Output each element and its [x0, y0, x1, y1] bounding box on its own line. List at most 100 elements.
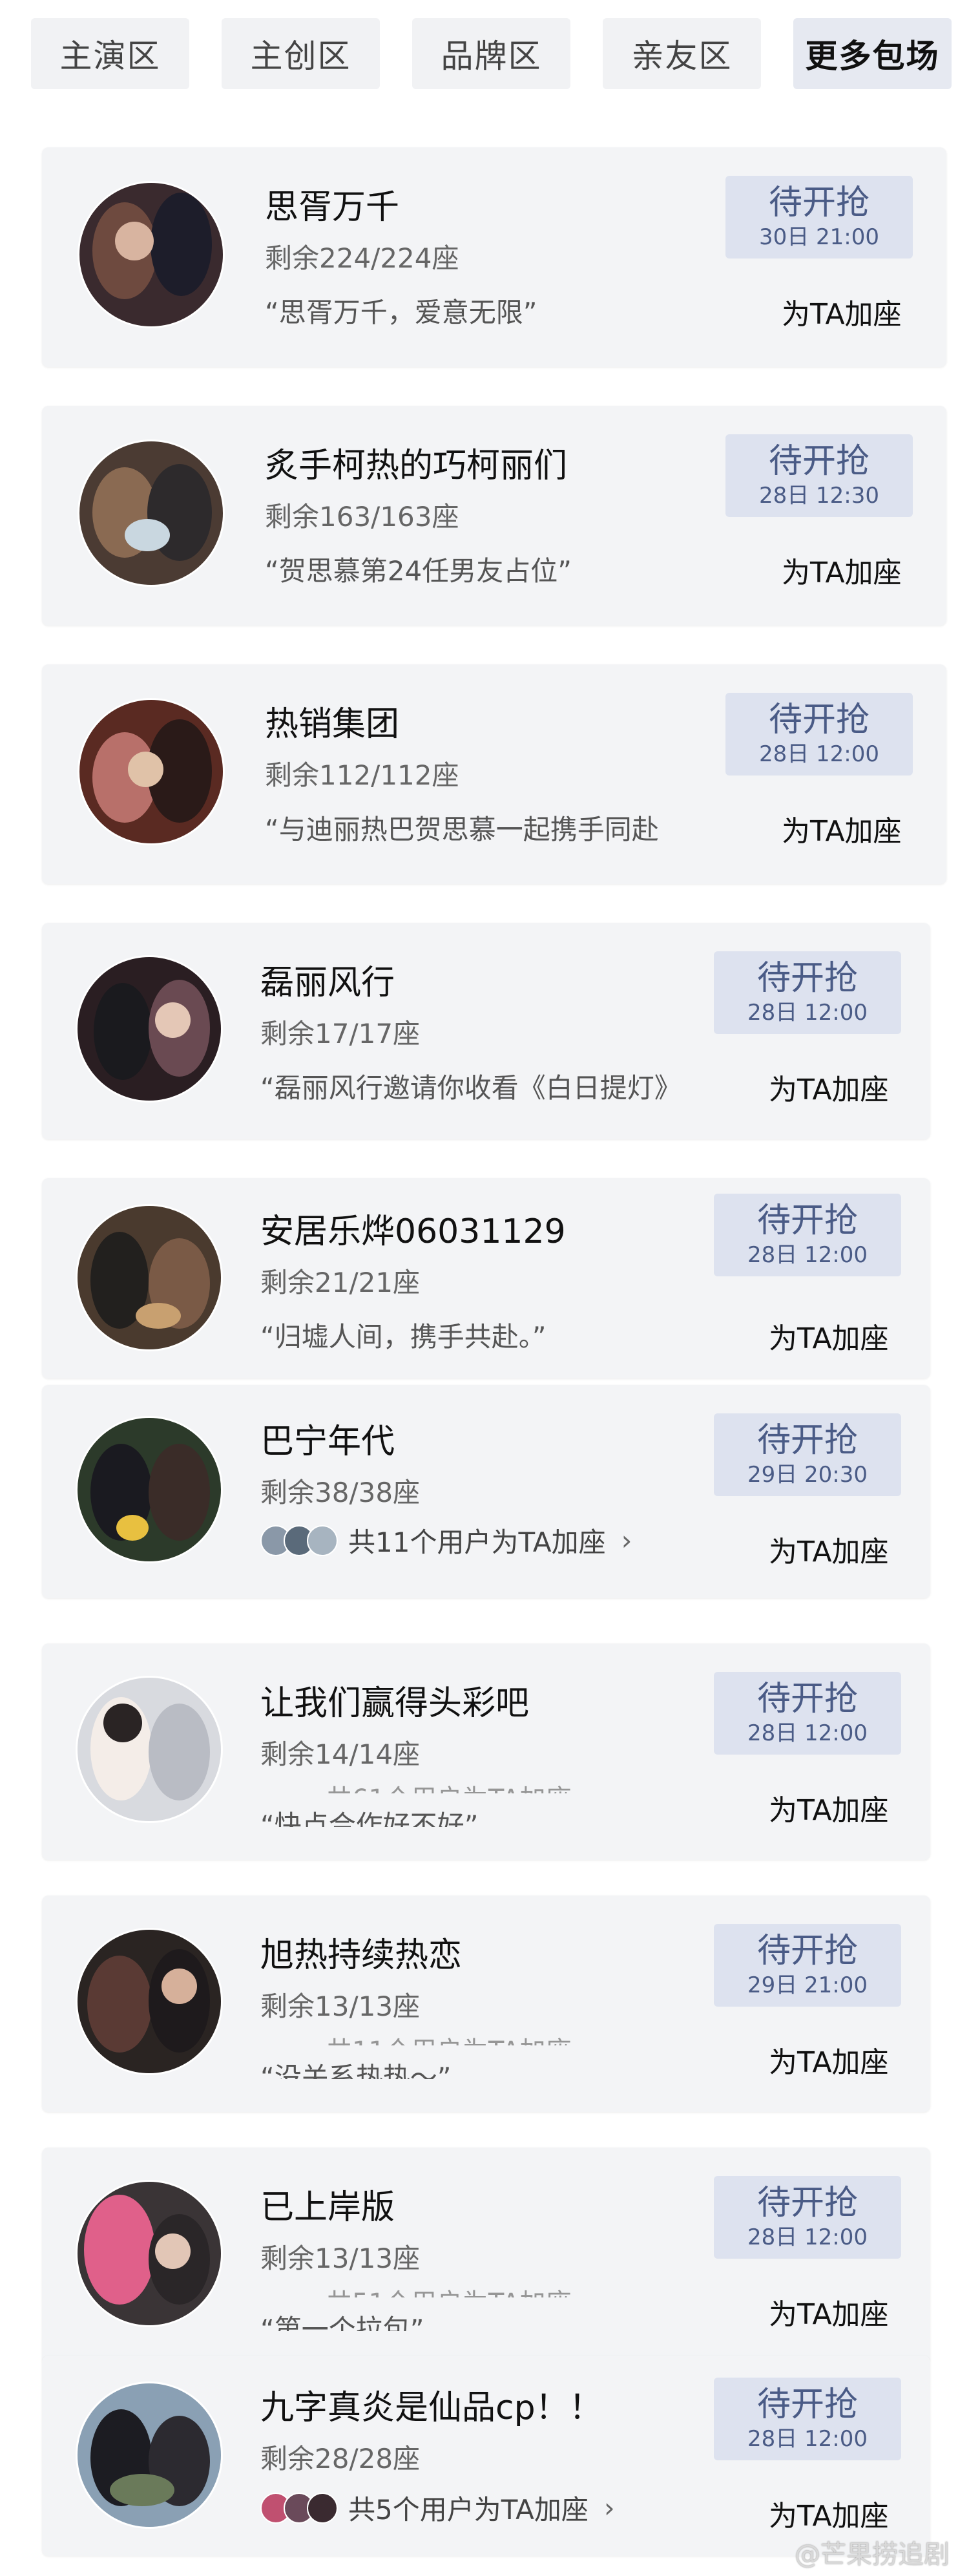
grab-time: 28日 12:00 [747, 1242, 868, 1268]
grab-status: 待开抢 [756, 1421, 858, 1460]
card-title: 巴宁年代 [260, 1422, 395, 1461]
grab-status: 待开抢 [756, 2184, 858, 2222]
add-seat-link[interactable]: 为TA加座 [769, 1066, 889, 1108]
package-card[interactable]: 让我们赢得头彩吧 剩余14/14座 共61个用户为TA加座 “快点合作好不好” … [42, 1643, 930, 1860]
grab-button[interactable]: 待开抢 30日 21:00 [725, 176, 913, 259]
seats-remaining: 剩余28/28座 [260, 2443, 421, 2475]
chevron-right-icon: › [621, 1525, 632, 1556]
seats-remaining: 剩余13/13座 [260, 1990, 421, 2022]
package-card[interactable]: 安居乐烨06031129 剩余21/21座 “归墟人间，携手共赴。” 待开抢 2… [42, 1178, 930, 1378]
grab-time: 28日 12:00 [758, 741, 880, 767]
package-card[interactable]: 巴宁年代 剩余38/38座 共11个用户为TA加座 › 待开抢 29日 20:3… [42, 1385, 930, 1598]
card-quote: “归墟人间，携手共赴。” [260, 1321, 547, 1353]
add-seat-link[interactable]: 为TA加座 [769, 2291, 889, 2332]
seats-remaining: 剩余224/224座 [265, 242, 459, 274]
watermark: @芒果捞追剧 [795, 2540, 950, 2570]
avatar [76, 1928, 223, 2075]
supporters-count: 共11个用户为TA加座 [348, 1526, 606, 1558]
supporter-avatar [307, 1525, 338, 1556]
avatar [76, 1204, 223, 1351]
tab-more-packages[interactable]: 更多包场 [793, 18, 952, 89]
grab-button[interactable]: 待开抢 28日 12:00 [714, 2378, 901, 2460]
avatar [76, 955, 223, 1103]
card-title: 让我们赢得头彩吧 [260, 1684, 530, 1723]
card-title: 旭热持续热恋 [260, 1936, 463, 1975]
grab-time: 30日 21:00 [758, 224, 880, 250]
tab-main-creators[interactable]: 主创区 [222, 18, 380, 89]
package-card[interactable]: 思胥万千 剩余224/224座 “思胥万千，爱意无限” 待开抢 30日 21:0… [42, 147, 946, 367]
add-seat-link[interactable]: 为TA加座 [782, 291, 902, 332]
card-title: 磊丽风行 [260, 964, 395, 1002]
grab-status: 待开抢 [756, 1680, 858, 1718]
tab-friends-family[interactable]: 亲友区 [603, 18, 761, 89]
add-seat-link[interactable]: 为TA加座 [782, 808, 902, 849]
supporters-count-faded: 共61个用户为TA加座 [326, 1778, 572, 1793]
grab-button[interactable]: 待开抢 28日 12:00 [714, 1672, 901, 1755]
chevron-right-icon: › [603, 2492, 615, 2524]
avatar [78, 698, 225, 845]
grab-button[interactable]: 待开抢 28日 12:00 [714, 1194, 901, 1276]
add-seat-link[interactable]: 为TA加座 [769, 1528, 889, 1570]
supporter-avatar [307, 2492, 338, 2524]
card-quote: “贺思慕第24任男友占位” [265, 555, 572, 587]
card-title: 思胥万千 [265, 188, 400, 227]
add-seat-link[interactable]: 为TA加座 [769, 1315, 889, 1357]
grab-status: 待开抢 [756, 2385, 858, 2424]
grab-button[interactable]: 待开抢 29日 21:00 [714, 1924, 901, 2007]
supporters-count: 共5个用户为TA加座 [348, 2494, 589, 2526]
zone-tabs: 主演区 主创区 品牌区 亲友区 更多包场 [0, 0, 969, 103]
seats-remaining: 剩余38/38座 [260, 1477, 421, 1508]
grab-status: 待开抢 [768, 442, 870, 481]
card-quote: “磊丽风行邀请你收看《白日提灯》 [260, 1072, 682, 1104]
package-card[interactable]: 热销集团 剩余112/112座 “与迪丽热巴贺思慕一起携手同赴 待开抢 28日 … [42, 664, 946, 884]
card-title: 热销集团 [265, 705, 400, 744]
card-quote: “快点合作好不好” [260, 1810, 479, 1827]
avatar [76, 1416, 223, 1563]
card-title: 已上岸版 [260, 2188, 395, 2227]
grab-time: 28日 12:00 [747, 1000, 868, 1026]
supporters-count-faded: 共11个用户为TA加座 [326, 2030, 572, 2045]
seats-remaining: 剩余14/14座 [260, 1738, 421, 1770]
avatar [78, 181, 225, 328]
add-seat-link[interactable]: 为TA加座 [769, 2493, 889, 2534]
grab-button[interactable]: 待开抢 29日 20:30 [714, 1413, 901, 1496]
supporters-count-faded: 共51个用户为TA加座 [326, 2282, 572, 2297]
seats-remaining: 剩余17/17座 [260, 1018, 421, 1050]
card-quote: “没关系热热～” [260, 2062, 452, 2079]
tab-main-cast[interactable]: 主演区 [31, 18, 189, 89]
grab-button[interactable]: 待开抢 28日 12:00 [725, 693, 913, 776]
grab-status: 待开抢 [756, 1201, 858, 1240]
package-card[interactable]: 九字真炎是仙品cp！！ 剩余28/28座 共5个用户为TA加座 › 待开抢 28… [42, 2356, 930, 2556]
package-card[interactable]: 炙手柯热的巧柯丽们 剩余163/163座 “贺思慕第24任男友占位” 待开抢 2… [42, 406, 946, 626]
grab-time: 28日 12:30 [758, 483, 880, 509]
tab-brand[interactable]: 品牌区 [412, 18, 570, 89]
card-title: 安居乐烨06031129 [260, 1212, 566, 1251]
package-card[interactable]: 磊丽风行 剩余17/17座 “磊丽风行邀请你收看《白日提灯》 待开抢 28日 1… [42, 923, 930, 1139]
package-card[interactable]: 已上岸版 剩余13/13座 共51个用户为TA加座 “第一个拉包” 待开抢 28… [42, 2148, 930, 2364]
grab-status: 待开抢 [756, 959, 858, 998]
card-quote: “第一个拉包” [260, 2314, 424, 2331]
card-quote: “思胥万千，爱意无限” [265, 297, 537, 328]
seats-remaining: 剩余13/13座 [260, 2243, 421, 2274]
avatar [76, 1676, 223, 1823]
card-title: 九字真炎是仙品cp！！ [260, 2389, 603, 2427]
supporters-row[interactable]: 共5个用户为TA加座 › [260, 2488, 615, 2528]
card-quote: “与迪丽热巴贺思慕一起携手同赴 [265, 814, 659, 845]
grab-button[interactable]: 待开抢 28日 12:30 [725, 434, 913, 517]
grab-time: 28日 12:00 [747, 1720, 868, 1746]
package-card[interactable]: 旭热持续热恋 剩余13/13座 共11个用户为TA加座 “没关系热热～” 待开抢… [42, 1895, 930, 2112]
grab-time: 28日 12:00 [747, 2426, 868, 2452]
seats-remaining: 剩余163/163座 [265, 501, 459, 533]
grab-status: 待开抢 [756, 1932, 858, 1970]
add-seat-link[interactable]: 为TA加座 [769, 2039, 889, 2080]
add-seat-link[interactable]: 为TA加座 [769, 1787, 889, 1828]
seats-remaining: 剩余21/21座 [260, 1267, 421, 1298]
avatar [76, 2381, 223, 2529]
grab-time: 29日 21:00 [747, 1972, 868, 1998]
grab-button[interactable]: 待开抢 28日 12:00 [714, 2176, 901, 2259]
card-title: 炙手柯热的巧柯丽们 [265, 447, 568, 485]
supporters-row[interactable]: 共11个用户为TA加座 › [260, 1521, 632, 1560]
grab-button[interactable]: 待开抢 28日 12:00 [714, 951, 901, 1034]
add-seat-link[interactable]: 为TA加座 [782, 549, 902, 591]
grab-time: 28日 12:00 [747, 2224, 868, 2250]
